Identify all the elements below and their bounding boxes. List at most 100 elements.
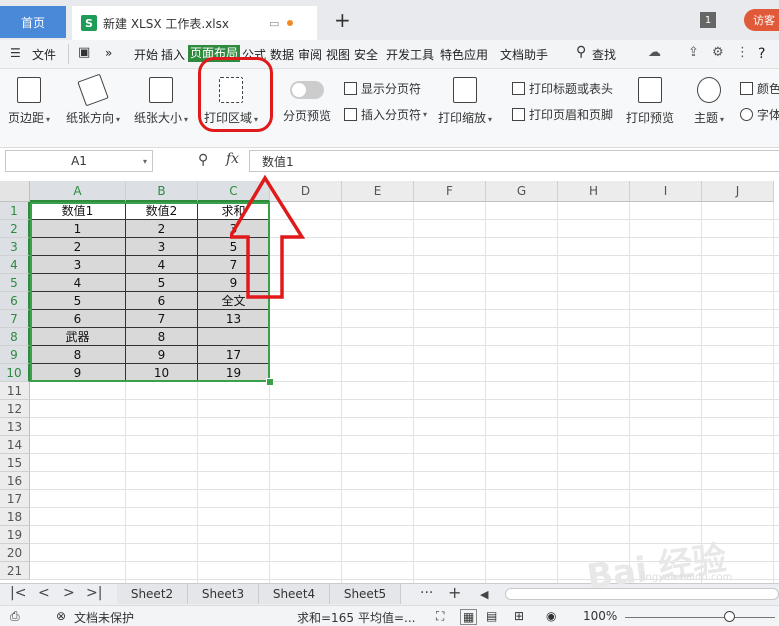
cell[interactable]: 5 xyxy=(126,274,198,292)
formula-input[interactable]: 数值1 xyxy=(249,150,779,172)
add-sheet-button[interactable]: + xyxy=(448,583,461,602)
cell[interactable]: 6 xyxy=(126,292,198,310)
column-header[interactable]: B xyxy=(126,181,198,202)
print-header-footer-button[interactable]: 打印页眉和页脚 xyxy=(512,106,613,123)
paper-size-button[interactable]: 纸张大小 ▾ xyxy=(134,77,188,126)
cell[interactable]: 数值2 xyxy=(126,202,198,220)
cell[interactable] xyxy=(198,328,270,346)
column-header[interactable]: I xyxy=(630,181,702,202)
search-icon[interactable]: ⚲ xyxy=(576,44,586,60)
row-header[interactable]: 13 xyxy=(0,418,30,436)
menu-features[interactable]: 特色应用 xyxy=(440,46,488,63)
row-header[interactable]: 20 xyxy=(0,544,30,562)
menu-doc-assistant[interactable]: 文档助手 xyxy=(500,46,548,63)
page-margin-button[interactable]: 页边距 ▾ xyxy=(8,77,50,126)
column-header[interactable]: H xyxy=(558,181,630,202)
new-tab-button[interactable]: + xyxy=(334,8,351,32)
row-header[interactable]: 3 xyxy=(0,238,30,256)
fullscreen-icon[interactable]: ⛶ xyxy=(436,609,444,624)
row-header[interactable]: 15 xyxy=(0,454,30,472)
scroll-left-icon[interactable]: ◀ xyxy=(480,588,488,601)
show-page-break-checkbox[interactable]: 显示分页符 xyxy=(344,80,421,97)
save-icon[interactable]: ▣ xyxy=(78,45,90,60)
cell[interactable]: 武器 xyxy=(30,328,126,346)
row-header[interactable]: 4 xyxy=(0,256,30,274)
row-header[interactable]: 12 xyxy=(0,400,30,418)
menu-view[interactable]: 视图 xyxy=(326,46,350,63)
cell[interactable]: 17 xyxy=(198,346,270,364)
row-header[interactable]: 6 xyxy=(0,292,30,310)
sheet-tab[interactable]: Sheet2 xyxy=(117,584,188,604)
cell[interactable]: 4 xyxy=(126,256,198,274)
cell[interactable]: 数值1 xyxy=(30,202,126,220)
cell[interactable]: 7 xyxy=(126,310,198,328)
cell[interactable]: 3 xyxy=(30,256,126,274)
cloud-icon[interactable]: ☁ xyxy=(648,45,661,60)
cell[interactable]: 9 xyxy=(126,346,198,364)
row-header[interactable]: 8 xyxy=(0,328,30,346)
column-header[interactable]: A xyxy=(30,181,126,202)
orientation-button[interactable]: 纸张方向 ▾ xyxy=(66,73,120,126)
cell[interactable]: 8 xyxy=(30,346,126,364)
cell[interactable]: 10 xyxy=(126,364,198,382)
sheet-tab[interactable]: Sheet3 xyxy=(188,584,259,604)
print-titles-button[interactable]: 打印标题或表头 xyxy=(512,80,613,97)
row-header[interactable]: 11 xyxy=(0,382,30,400)
column-header[interactable]: F xyxy=(414,181,486,202)
font-button[interactable]: 字体 xyxy=(740,106,779,123)
page-break-view-icon[interactable]: ⊞ xyxy=(514,609,524,623)
help-button[interactable]: ? xyxy=(758,46,765,62)
more-icon[interactable]: ⋮ xyxy=(736,45,749,60)
last-sheet-button[interactable]: >| xyxy=(86,585,102,601)
row-header[interactable]: 19 xyxy=(0,526,30,544)
normal-view-icon[interactable]: ▦ xyxy=(460,609,478,625)
first-sheet-button[interactable]: |< xyxy=(10,585,26,601)
row-header[interactable]: 2 xyxy=(0,220,30,238)
more-sheets-button[interactable]: ··· xyxy=(420,585,433,601)
column-header[interactable]: G xyxy=(486,181,558,202)
cell[interactable]: 6 xyxy=(30,310,126,328)
home-tab[interactable]: 首页 xyxy=(0,6,66,38)
column-header[interactable]: J xyxy=(702,181,774,202)
zoom-slider-track[interactable] xyxy=(625,617,775,618)
cell[interactable]: 3 xyxy=(126,238,198,256)
document-tab[interactable]: S 新建 XLSX 工作表.xlsx ▭ xyxy=(72,6,317,40)
row-header[interactable]: 5 xyxy=(0,274,30,292)
page-layout-view-icon[interactable]: ▤ xyxy=(486,609,497,623)
chevron-down-icon[interactable]: ▾ xyxy=(143,157,147,166)
print-scale-button[interactable]: 打印缩放 ▾ xyxy=(438,77,492,126)
cell[interactable]: 19 xyxy=(198,364,270,382)
menu-file[interactable]: 文件 xyxy=(32,46,56,63)
row-header[interactable]: 21 xyxy=(0,562,30,580)
prev-sheet-button[interactable]: < xyxy=(38,585,50,601)
fx-icon[interactable]: fx xyxy=(226,151,239,167)
row-header[interactable]: 10 xyxy=(0,364,30,382)
visitor-button[interactable]: 访客 xyxy=(744,9,779,31)
fill-handle[interactable] xyxy=(266,378,274,386)
cell[interactable]: 2 xyxy=(30,238,126,256)
zoom-level[interactable]: 100% xyxy=(583,609,617,623)
share-icon[interactable]: ⇪ xyxy=(688,45,699,60)
zoom-slider-knob[interactable] xyxy=(724,611,735,622)
window-count-badge[interactable]: 1 xyxy=(700,12,716,28)
name-box[interactable]: A1 ▾ xyxy=(5,150,153,172)
menu-insert[interactable]: 插入 xyxy=(161,46,185,63)
menu-home[interactable]: 开始 xyxy=(134,46,158,63)
status-icon[interactable]: ⎙ xyxy=(10,609,20,624)
cell[interactable]: 13 xyxy=(198,310,270,328)
menu-data[interactable]: 数据 xyxy=(270,46,294,63)
settings-icon[interactable]: ⚙ xyxy=(712,45,724,60)
menu-security[interactable]: 安全 xyxy=(354,46,378,63)
menu-review[interactable]: 审阅 xyxy=(298,46,322,63)
sheet-tab[interactable]: Sheet5 xyxy=(330,584,401,604)
column-header[interactable]: E xyxy=(342,181,414,202)
menu-search[interactable]: 查找 xyxy=(592,46,616,63)
print-preview-button[interactable]: 打印预览 xyxy=(626,77,674,126)
hamburger-icon[interactable]: ☰ xyxy=(10,46,21,60)
zoom-formula-icon[interactable]: ⚲ xyxy=(198,152,208,168)
select-all-corner[interactable] xyxy=(0,181,30,202)
menu-more[interactable]: » xyxy=(105,46,112,60)
row-header[interactable]: 14 xyxy=(0,436,30,454)
row-header[interactable]: 9 xyxy=(0,346,30,364)
cell[interactable]: 8 xyxy=(126,328,198,346)
